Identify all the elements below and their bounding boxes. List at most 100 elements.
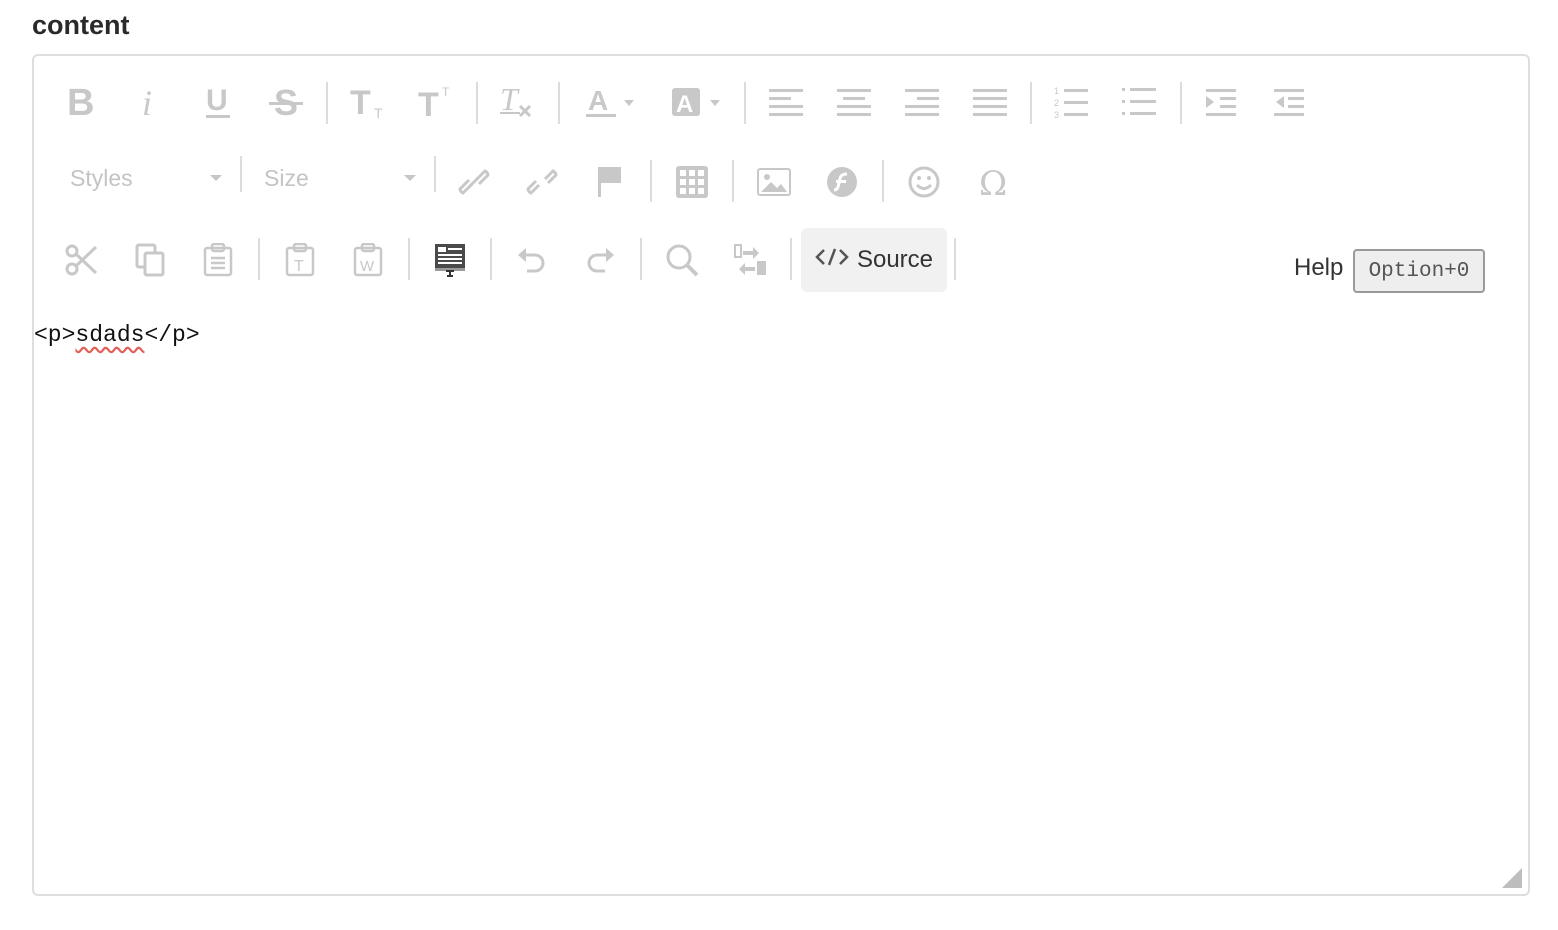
smiley-button[interactable]: [898, 160, 950, 204]
subscript-icon: TT: [348, 84, 388, 120]
size-combo-label: Size: [264, 164, 309, 191]
table-icon: [675, 165, 709, 199]
omega-icon: Ω: [977, 165, 1011, 199]
unlink-icon: [525, 165, 559, 199]
align-center-button[interactable]: [828, 80, 880, 124]
redo-button[interactable]: [574, 238, 626, 282]
replace-icon: [733, 243, 767, 277]
bulleted-list-button[interactable]: [1114, 80, 1166, 124]
subscript-button[interactable]: TT: [342, 80, 394, 124]
toolbar-separator: [558, 82, 560, 124]
toolbar-separator: [490, 238, 492, 280]
editor-status-bar: [34, 844, 1528, 894]
justify-icon: [973, 87, 1007, 117]
indent-button[interactable]: [1196, 80, 1248, 124]
bold-button[interactable]: B: [54, 80, 106, 124]
svg-text:T: T: [350, 84, 371, 120]
source-code-textarea[interactable]: <p>sdads</p>: [34, 314, 1528, 846]
bulleted-list-icon: [1122, 85, 1158, 119]
paste-text-button[interactable]: T: [274, 238, 326, 282]
italic-button[interactable]: i: [124, 80, 176, 124]
background-color-icon: A: [670, 84, 724, 120]
align-right-button[interactable]: [896, 80, 948, 124]
replace-button[interactable]: [724, 238, 776, 282]
align-left-button[interactable]: [760, 80, 812, 124]
scissors-icon: [65, 243, 99, 277]
source-button-label: Source: [856, 246, 934, 273]
toolbar-separator: [240, 156, 242, 192]
toolbar-row-formatting: B i U S TT TT T A A 1 2 3: [34, 72, 1528, 132]
anchor-button[interactable]: [584, 160, 636, 204]
svg-text:U: U: [206, 84, 228, 117]
svg-text:1: 1: [1054, 86, 1059, 96]
justify-button[interactable]: [964, 80, 1016, 124]
field-label: content: [32, 10, 130, 40]
paste-button[interactable]: [192, 238, 244, 282]
source-button[interactable]: Source: [801, 228, 947, 292]
find-button[interactable]: [656, 238, 708, 282]
link-button[interactable]: [448, 160, 500, 204]
chevron-down-icon: [210, 175, 222, 181]
image-button[interactable]: [748, 160, 800, 204]
align-center-icon: [837, 87, 871, 117]
code-icon: [815, 246, 849, 274]
toolbar-row-insert: Styles Size Ω: [34, 150, 1528, 210]
background-color-button[interactable]: A: [666, 80, 728, 124]
unlink-button[interactable]: [516, 160, 568, 204]
resize-handle-icon[interactable]: [1502, 868, 1522, 888]
toolbar-separator: [954, 238, 956, 280]
source-close-tag: </p>: [144, 322, 200, 348]
superscript-button[interactable]: TT: [410, 80, 462, 124]
indent-icon: [1206, 87, 1238, 117]
copy-button[interactable]: [124, 238, 176, 282]
copy-icon: [135, 243, 165, 277]
italic-icon: i: [138, 85, 162, 119]
cut-button[interactable]: [56, 238, 108, 282]
chevron-down-icon: [404, 175, 416, 181]
underline-button[interactable]: U: [192, 80, 244, 124]
help-label: Help: [1294, 254, 1344, 281]
text-color-button[interactable]: A: [580, 80, 642, 124]
outdent-button[interactable]: [1264, 80, 1316, 124]
flag-icon: [596, 165, 624, 199]
paste-word-button[interactable]: W: [342, 238, 394, 282]
remove-format-button[interactable]: T: [492, 80, 544, 124]
special-char-button[interactable]: Ω: [968, 160, 1020, 204]
source-code-line: <p>sdads</p>: [34, 322, 200, 348]
numbered-list-icon: 1 2 3: [1054, 85, 1090, 119]
undo-button[interactable]: [506, 238, 558, 282]
table-button[interactable]: [666, 160, 718, 204]
numbered-list-button[interactable]: 1 2 3: [1046, 80, 1098, 124]
svg-text:T: T: [442, 85, 450, 99]
svg-text:A: A: [588, 85, 608, 116]
svg-text:T: T: [418, 86, 439, 120]
flash-icon: [825, 165, 859, 199]
strikethrough-button[interactable]: S: [260, 80, 312, 124]
templates-icon: [434, 243, 466, 277]
toolbar-separator: [434, 156, 436, 192]
paste-text-icon: T: [285, 243, 315, 277]
toolbar-separator: [476, 82, 478, 124]
svg-text:B: B: [67, 85, 94, 119]
size-combo[interactable]: Size: [264, 156, 424, 200]
svg-text:2: 2: [1054, 98, 1059, 108]
flash-button[interactable]: [816, 160, 868, 204]
toolbar-separator: [1180, 82, 1182, 124]
remove-format-icon: T: [498, 84, 538, 120]
toolbar-separator: [408, 238, 410, 280]
templates-button[interactable]: [424, 238, 476, 282]
redo-icon: [585, 245, 615, 275]
toolbar-separator: [882, 160, 884, 202]
svg-text:T: T: [294, 258, 304, 275]
toolbar-separator: [640, 238, 642, 280]
toolbar-separator: [790, 238, 792, 280]
svg-text:i: i: [142, 85, 152, 119]
toolbar-separator: [326, 82, 328, 124]
undo-icon: [517, 245, 547, 275]
svg-text:A: A: [676, 91, 693, 118]
align-right-icon: [905, 87, 939, 117]
source-text: sdads: [75, 322, 145, 348]
smiley-icon: [907, 165, 941, 199]
superscript-icon: TT: [416, 84, 456, 120]
styles-combo[interactable]: Styles: [70, 156, 230, 200]
